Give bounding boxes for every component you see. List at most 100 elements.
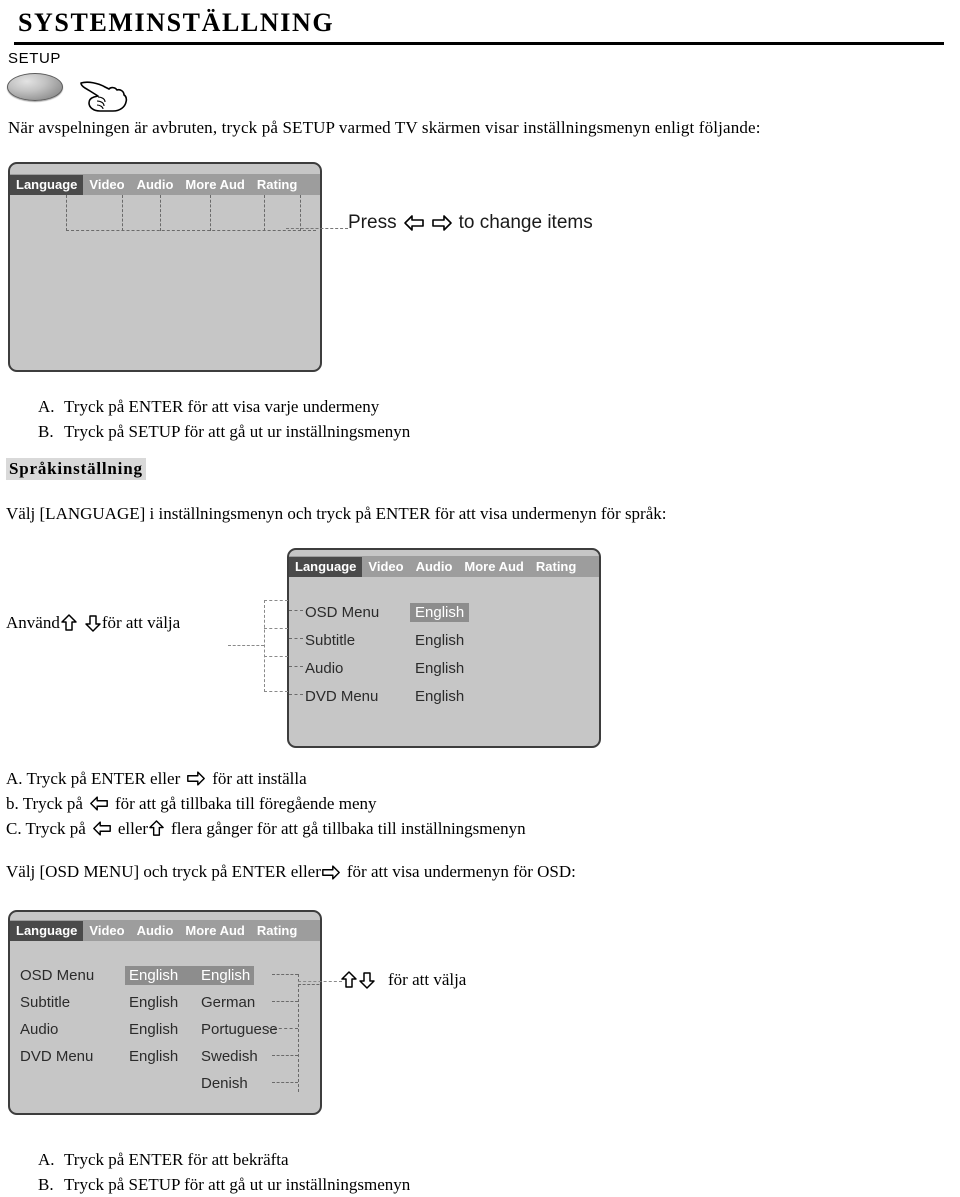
list-item: A. Tryck på ENTER för att bekräfta <box>38 1147 410 1172</box>
screen1-tab-language[interactable]: Language <box>10 174 84 195</box>
setup-button-label: SETUP <box>8 50 62 67</box>
list3-text-a: Tryck på ENTER för att bekräfta <box>64 1150 289 1169</box>
screen3-bracket-out <box>298 984 320 985</box>
screen3-row-label-subtitle: Subtitle <box>20 994 71 1011</box>
list-item[interactable]: Audio English <box>305 654 469 682</box>
instruction-list-2: A. Tryck på ENTER eller för att inställa… <box>6 766 526 841</box>
table-row[interactable]: Audio English Portuguese <box>20 1016 282 1043</box>
screen3-bracket-tick-1 <box>272 974 298 975</box>
list2-text-a: för att inställa <box>212 769 307 788</box>
screen3-leader-line <box>298 981 342 982</box>
screen3-option-swedish[interactable]: Swedish <box>197 1047 262 1066</box>
screen3-row-value-subtitle[interactable]: English <box>125 993 197 1012</box>
arrow-up-icon <box>149 820 164 836</box>
screen1-tab-video[interactable]: Video <box>83 175 130 195</box>
tv-screen-language-submenu: Language Video Audio More Aud Rating OSD… <box>287 548 601 748</box>
screen2-row-value-subtitle[interactable]: English <box>410 631 469 650</box>
arrow-left-icon <box>92 821 111 836</box>
screen2-tab-audio[interactable]: Audio <box>410 557 459 577</box>
tv-screen-osd-language-options: Language Video Audio More Aud Rating OSD… <box>8 910 322 1115</box>
screen2-tick-1 <box>289 610 303 611</box>
table-row[interactable]: Denish <box>20 1070 282 1097</box>
screen3-option-portuguese[interactable]: Portuguese <box>197 1020 282 1039</box>
screen1-guide-v1 <box>66 195 67 231</box>
screen3-tab-video[interactable]: Video <box>83 921 130 941</box>
screen1-tab-more-aud[interactable]: More Aud <box>179 175 250 195</box>
list1-marker-b: B. <box>38 422 54 441</box>
screen3-option-english[interactable]: English <box>197 966 255 985</box>
screen3-bracket-tick-5 <box>272 1082 298 1083</box>
screen2-row-label-dvd-menu: DVD Menu <box>305 687 379 705</box>
use-arrows-suffix: för att välja <box>101 613 181 632</box>
screen3-tab-language[interactable]: Language <box>10 920 84 941</box>
screen2-settings-list: OSD Menu English Subtitle English Audio … <box>305 598 470 710</box>
screen3-row-label-osd-menu: OSD Menu <box>20 967 95 984</box>
tv-screen-main-setup: Language Video Audio More Aud Rating <box>8 162 322 372</box>
screen2-tab-language[interactable]: Language <box>289 556 363 577</box>
screen2-tab-more-aud[interactable]: More Aud <box>458 557 529 577</box>
instruction-list-1: A. Tryck på ENTER för att visa varje und… <box>38 394 410 444</box>
screen2-tick-2 <box>289 638 303 639</box>
list1-text-b: Tryck på SETUP för att gå ut ur inställn… <box>64 422 411 441</box>
intro-paragraph: När avspelningen är avbruten, tryck på S… <box>8 118 761 137</box>
screen2-tab-video[interactable]: Video <box>362 557 409 577</box>
table-row[interactable]: Subtitle English German <box>20 989 282 1016</box>
list2-mid-c: eller <box>117 819 149 838</box>
screen3-tab-rating[interactable]: Rating <box>251 921 303 941</box>
osd-desc-prefix: Välj [OSD MENU] och tryck på ENTER eller <box>6 862 321 881</box>
list2-text-c: flera gånger för att gå tillbaka till in… <box>171 819 526 838</box>
screen3-row-value-dvd-menu[interactable]: English <box>125 1047 197 1066</box>
screen1-guide-v4 <box>210 195 211 231</box>
screen3-row-value-audio[interactable]: English <box>125 1020 197 1039</box>
screen1-tab-audio[interactable]: Audio <box>131 175 180 195</box>
list3-marker-b: B. <box>38 1175 54 1194</box>
screen3-option-denish[interactable]: Denish <box>197 1074 252 1093</box>
screen2-row-value-audio[interactable]: English <box>410 659 469 678</box>
list2-marker-c: C. Tryck på <box>6 819 86 838</box>
screen3-settings-list: OSD Menu English English Subtitle Englis… <box>20 962 282 1097</box>
arrow-left-icon <box>90 796 108 811</box>
screen1-guide-v5 <box>264 195 265 231</box>
screen3-bracket-tick-4 <box>272 1055 298 1056</box>
screen3-row-value-osd-menu[interactable]: English <box>125 966 197 985</box>
table-row[interactable]: OSD Menu English English <box>20 962 282 989</box>
screen2-row-value-osd-menu[interactable]: English <box>410 602 470 622</box>
arrow-left-icon <box>403 215 424 231</box>
screen2-row-label-subtitle: Subtitle <box>305 631 356 649</box>
arrow-up-icon <box>341 971 357 988</box>
list-item: b. Tryck på för att gå tillbaka till för… <box>6 791 526 816</box>
use-arrows-annotation: Använd för att välja <box>6 613 180 633</box>
screen3-tab-audio[interactable]: Audio <box>131 921 180 941</box>
setup-button[interactable] <box>7 73 63 101</box>
screen2-leader-line <box>228 645 264 646</box>
instruction-list-3: A. Tryck på ENTER för att bekräfta B. Tr… <box>38 1147 410 1197</box>
screen1-tab-rating[interactable]: Rating <box>251 175 303 195</box>
list-item[interactable]: Subtitle English <box>305 626 469 654</box>
screen2-row-value-dvd-menu[interactable]: English <box>410 687 469 706</box>
arrow-right-icon <box>431 215 452 231</box>
screen3-bracket-tick-2 <box>272 1001 298 1002</box>
screen1-guide-v3 <box>160 195 161 231</box>
page-title: SYSTEMINSTÄLLNING <box>18 8 335 37</box>
choose-annotation-text: för att välja <box>388 970 467 989</box>
list1-text-a: Tryck på ENTER för att visa varje underm… <box>64 397 380 416</box>
list-item: C. Tryck på eller flera gånger för att g… <box>6 816 526 841</box>
list-item[interactable]: DVD Menu English <box>305 682 469 710</box>
screen3-row-label-dvd-menu: DVD Menu <box>20 1048 94 1065</box>
table-row[interactable]: DVD Menu English Swedish <box>20 1043 282 1070</box>
arrow-down-icon <box>359 972 375 989</box>
osd-desc-suffix: för att visa undermenyn för OSD: <box>346 862 576 881</box>
press-to-change-annotation: Press to change items <box>348 212 593 234</box>
screen3-row-value-empty <box>125 1083 197 1085</box>
list3-marker-a: A. <box>38 1150 55 1169</box>
screen3-tab-more-aud[interactable]: More Aud <box>179 921 250 941</box>
screen2-tab-rating[interactable]: Rating <box>530 557 582 577</box>
list1-marker-a: A. <box>38 397 55 416</box>
screen3-option-german[interactable]: German <box>197 993 259 1012</box>
list-item: B. Tryck på SETUP för att gå ut ur instä… <box>38 1172 410 1197</box>
pointing-hand-icon <box>80 81 128 112</box>
screen1-guide-h <box>66 230 316 231</box>
language-settings-description: Välj [LANGUAGE] i inställningsmenyn och … <box>6 504 667 523</box>
arrow-up-icon <box>61 614 77 631</box>
list-item[interactable]: OSD Menu English <box>305 598 470 626</box>
